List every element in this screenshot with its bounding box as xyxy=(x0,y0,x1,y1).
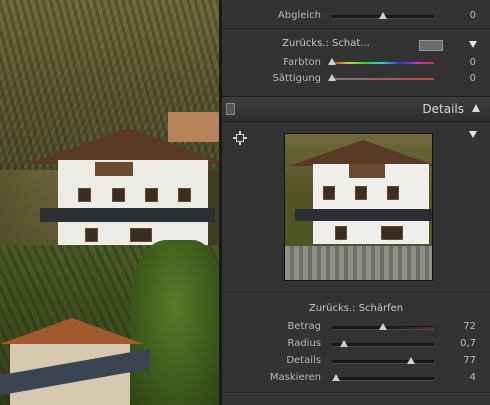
farbton-value[interactable]: 0 xyxy=(444,57,476,68)
betrag-slider-thumb[interactable] xyxy=(379,323,387,330)
preview-band xyxy=(295,209,432,221)
section-separator xyxy=(222,292,490,294)
maskieren-value[interactable]: 4 xyxy=(444,372,476,383)
photo-canvas[interactable] xyxy=(0,0,219,405)
preview-window xyxy=(323,186,335,200)
photo-window xyxy=(78,188,91,202)
crosshair-target-icon[interactable] xyxy=(233,131,247,145)
radius-slider-thumb[interactable] xyxy=(340,340,349,347)
preview-window xyxy=(381,226,403,240)
betrag-label: Betrag xyxy=(287,321,321,332)
details-value[interactable]: 77 xyxy=(444,355,476,366)
preview-roof xyxy=(289,140,432,166)
photo-roof-lower xyxy=(0,318,144,344)
section-separator xyxy=(222,29,490,31)
photo-house-band xyxy=(40,208,215,222)
details-slider-thumb[interactable] xyxy=(406,357,415,364)
farbton-slider-thumb[interactable] xyxy=(328,58,336,65)
schaerfen-preset-title: Zurücks.: Schärfen xyxy=(308,303,404,314)
abgleich-slider[interactable] xyxy=(332,12,434,19)
photo-window xyxy=(130,228,152,242)
schatten-color-swatch[interactable] xyxy=(419,40,443,51)
detail-preview[interactable] xyxy=(284,133,433,281)
saettigung-slider[interactable] xyxy=(328,74,434,81)
maskieren-slider-thumb[interactable] xyxy=(332,374,341,381)
triangle-down-icon[interactable] xyxy=(469,41,477,48)
radius-value[interactable]: 0,7 xyxy=(444,338,476,349)
maskieren-label: Maskieren xyxy=(269,372,321,383)
details-header-title: Details xyxy=(422,102,464,116)
abgleich-slider-thumb[interactable] xyxy=(379,12,387,19)
abgleich-value[interactable]: 0 xyxy=(444,10,476,21)
photo-window xyxy=(145,188,158,202)
preview-ground xyxy=(285,246,432,280)
details-slider[interactable] xyxy=(332,357,434,364)
target-box xyxy=(236,134,244,142)
section-separator xyxy=(222,392,490,394)
farbton-label: Farbton xyxy=(283,57,321,68)
betrag-value[interactable]: 72 xyxy=(444,321,476,332)
develop-panel: Abgleich 0 Zurücks.: Schat... Farbton 0 … xyxy=(222,0,490,405)
details-label: Details xyxy=(286,355,321,366)
photo-window xyxy=(85,228,98,242)
preview-window xyxy=(387,186,399,200)
switch-icon[interactable] xyxy=(226,103,235,115)
abgleich-label: Abgleich xyxy=(277,10,321,21)
preview-window xyxy=(355,186,367,200)
preview-balcony xyxy=(349,164,385,178)
maskieren-slider[interactable] xyxy=(332,374,434,381)
photo-house-balcony xyxy=(95,162,133,176)
photo-window xyxy=(112,188,125,202)
triangle-up-icon[interactable] xyxy=(472,104,480,112)
preview-window xyxy=(335,226,347,240)
radius-label: Radius xyxy=(287,338,321,349)
photo-window xyxy=(178,188,191,202)
farbton-slider[interactable] xyxy=(328,58,434,65)
photo-house-roof xyxy=(28,128,219,164)
radius-slider[interactable] xyxy=(332,340,434,347)
betrag-slider[interactable] xyxy=(332,323,434,330)
saettigung-label: Sättigung xyxy=(272,73,321,84)
saettigung-slider-thumb[interactable] xyxy=(328,74,336,81)
saettigung-value[interactable]: 0 xyxy=(444,73,476,84)
triangle-down-icon[interactable] xyxy=(469,131,477,138)
details-panel-header[interactable]: Details xyxy=(222,96,490,122)
